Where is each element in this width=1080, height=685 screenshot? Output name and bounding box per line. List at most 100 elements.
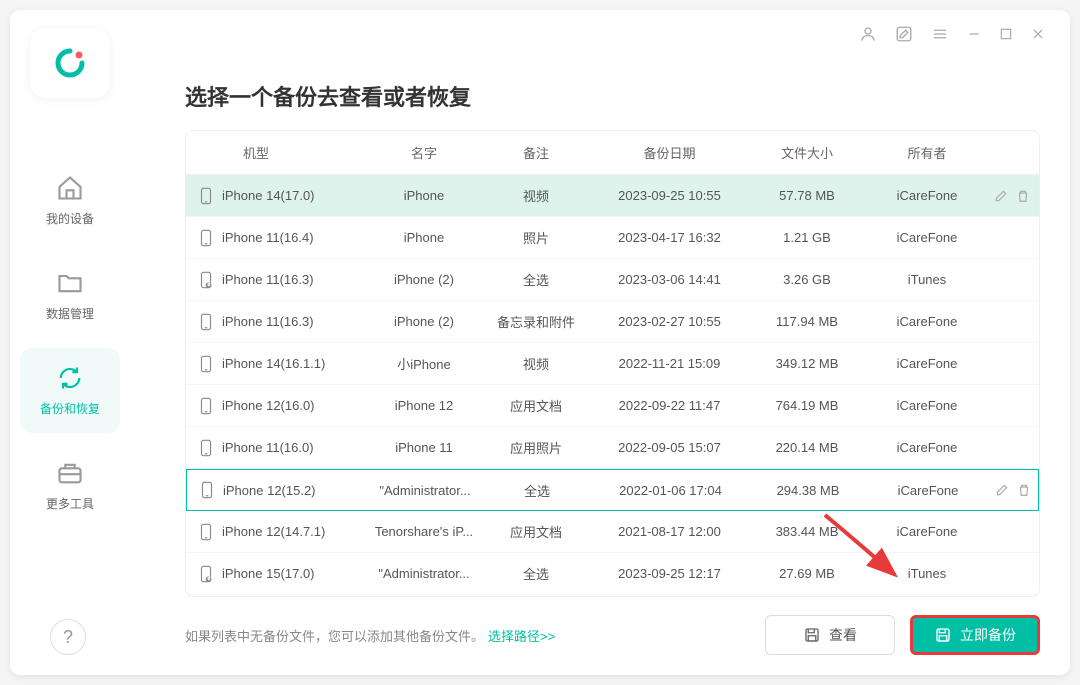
logo-icon: [54, 47, 86, 79]
cell-name: Tenorshare's iP...: [368, 524, 480, 539]
cell-name: 小iPhone: [368, 354, 480, 373]
app-logo: [30, 28, 110, 98]
nav-data-management[interactable]: 数据管理: [20, 253, 120, 338]
nav-more-tools[interactable]: 更多工具: [20, 443, 120, 528]
nav-backup-restore[interactable]: 备份和恢复: [20, 348, 120, 433]
col-size: 文件大小: [747, 143, 867, 162]
cell-owner: iTunes: [867, 272, 987, 287]
cell-note: 全选: [481, 481, 593, 500]
cell-date: 2022-09-22 11:47: [592, 398, 747, 413]
table-row[interactable]: iPhone 11(16.4)iPhone照片2023-04-17 16:321…: [186, 217, 1039, 259]
device-icon: [198, 229, 214, 247]
sidebar: 我的设备 数据管理 备份和恢复 更多工具 ?: [10, 10, 130, 675]
cell-model: iPhone 14(17.0): [198, 187, 368, 205]
cell-name: iPhone: [368, 230, 480, 245]
table-row[interactable]: iPhone 11(16.3)iPhone (2)全选2023-03-06 14…: [186, 259, 1039, 301]
cell-owner: iTunes: [867, 566, 987, 581]
cell-size: 27.69 MB: [747, 566, 867, 581]
table-row[interactable]: iPhone 12(15.2)"Administrator...全选2022-0…: [186, 469, 1039, 511]
close-icon[interactable]: [1031, 27, 1045, 41]
footer-text: 如果列表中无备份文件，您可以添加其他备份文件。: [185, 626, 484, 645]
cell-model: iPhone 14(16.1.1): [198, 355, 368, 373]
nav-my-devices[interactable]: 我的设备: [20, 158, 120, 243]
table-row[interactable]: iPhone 11(16.3)iPhone (2)备忘录和附件2023-02-2…: [186, 301, 1039, 343]
table-row[interactable]: iPhone 12(16.0)iPhone 12应用文档2022-09-22 1…: [186, 385, 1039, 427]
menu-icon[interactable]: [931, 25, 949, 43]
edit-row-icon[interactable]: [995, 483, 1009, 497]
nav-label: 更多工具: [46, 495, 94, 512]
device-icon: [198, 439, 214, 457]
cell-size: 383.44 MB: [747, 524, 867, 539]
folder-icon: [56, 269, 84, 297]
device-icon: [199, 481, 215, 499]
cell-owner: iCareFone: [867, 440, 987, 455]
cell-date: 2023-09-25 10:55: [592, 188, 747, 203]
cell-note: 视频: [480, 186, 592, 205]
device-itunes-icon: [198, 565, 214, 583]
cell-model: iPhone 15(17.0): [198, 565, 368, 583]
cell-note: 应用文档: [480, 522, 592, 541]
view-button[interactable]: 查看: [765, 615, 895, 655]
cell-size: 117.94 MB: [747, 314, 867, 329]
cell-model: iPhone 11(16.0): [198, 439, 368, 457]
row-actions: [988, 483, 1038, 497]
backup-button-label: 立即备份: [960, 625, 1016, 645]
maximize-icon[interactable]: [999, 27, 1013, 41]
cell-note: 视频: [480, 354, 592, 373]
cell-owner: iCareFone: [867, 188, 987, 203]
table-body: iPhone 14(17.0)iPhone视频2023-09-25 10:555…: [186, 174, 1039, 596]
table-row[interactable]: iPhone 11(16.0)iPhone 11应用照片2022-09-05 1…: [186, 427, 1039, 469]
device-icon: [198, 187, 214, 205]
titlebar: [859, 25, 1045, 43]
toolbox-icon: [56, 459, 84, 487]
help-button[interactable]: ?: [50, 619, 86, 655]
table-row[interactable]: iPhone 12(14.7.1)Tenorshare's iP...应用文档2…: [186, 511, 1039, 553]
footer-link[interactable]: 选择路径>>: [488, 626, 555, 645]
cell-note: 应用照片: [480, 438, 592, 457]
cell-date: 2022-09-05 15:07: [592, 440, 747, 455]
table-row[interactable]: iPhone 15(17.0)"Administrator...全选2023-0…: [186, 553, 1039, 595]
device-icon: [198, 523, 214, 541]
table-row[interactable]: iPhone 14(17.0)iPhone视频2023-09-25 10:555…: [186, 175, 1039, 217]
cell-size: 220.14 MB: [747, 440, 867, 455]
app-window: 我的设备 数据管理 备份和恢复 更多工具 ?: [10, 10, 1070, 675]
cell-date: 2021-08-17 12:00: [592, 524, 747, 539]
device-icon: [198, 313, 214, 331]
edit-icon[interactable]: [895, 25, 913, 43]
cell-size: 764.19 MB: [747, 398, 867, 413]
delete-row-icon[interactable]: [1016, 189, 1030, 203]
cell-name: "Administrator...: [369, 483, 481, 498]
cell-date: 2023-03-06 14:41: [592, 272, 747, 287]
minimize-icon[interactable]: [967, 27, 981, 41]
cell-date: 2023-04-17 16:32: [592, 230, 747, 245]
cell-model: iPhone 11(16.3): [198, 271, 368, 289]
save-icon: [934, 626, 952, 644]
cell-date: 2022-11-21 15:09: [592, 356, 747, 371]
row-actions: [987, 189, 1037, 203]
cell-model: iPhone 12(16.0): [198, 397, 368, 415]
table-row[interactable]: iPhone 14(16.1.1)小iPhone视频2022-11-21 15:…: [186, 343, 1039, 385]
cell-owner: iCareFone: [868, 483, 988, 498]
cell-name: iPhone (2): [368, 272, 480, 287]
edit-row-icon[interactable]: [994, 189, 1008, 203]
device-icon: [198, 355, 214, 373]
cell-note: 全选: [480, 270, 592, 289]
save-icon: [803, 626, 821, 644]
cell-model: iPhone 11(16.4): [198, 229, 368, 247]
cell-owner: iCareFone: [867, 314, 987, 329]
cell-note: 备忘录和附件: [480, 312, 592, 331]
cell-name: "Administrator...: [368, 566, 480, 581]
cell-size: 1.21 GB: [747, 230, 867, 245]
cell-model: iPhone 11(16.3): [198, 313, 368, 331]
cell-note: 照片: [480, 228, 592, 247]
footer: 如果列表中无备份文件，您可以添加其他备份文件。 选择路径>> 查看 立即备份: [185, 615, 1040, 655]
nav-label: 数据管理: [46, 305, 94, 322]
col-owner: 所有者: [867, 143, 987, 162]
cell-model: iPhone 12(14.7.1): [198, 523, 368, 541]
cell-note: 应用文档: [480, 396, 592, 415]
backup-now-button[interactable]: 立即备份: [910, 615, 1040, 655]
user-icon[interactable]: [859, 25, 877, 43]
cell-date: 2023-02-27 10:55: [592, 314, 747, 329]
cell-size: 3.26 GB: [747, 272, 867, 287]
delete-row-icon[interactable]: [1017, 483, 1031, 497]
